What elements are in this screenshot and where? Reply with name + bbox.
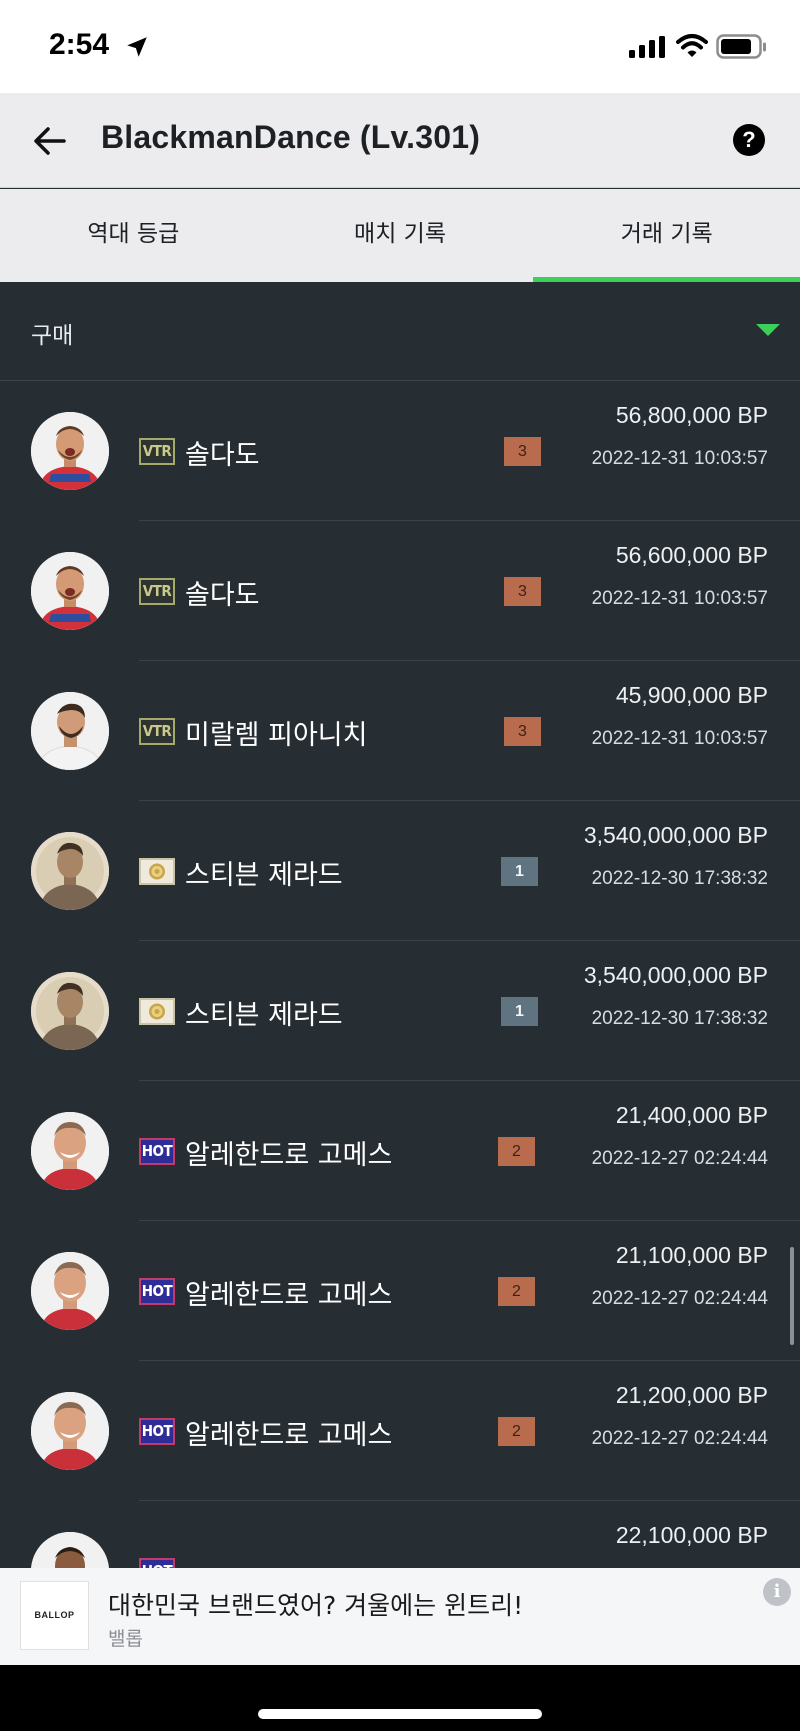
- status-time: 2:54: [49, 28, 110, 61]
- player-avatar: [31, 552, 109, 630]
- tab-all-time-grade[interactable]: 역대 등급: [0, 189, 267, 282]
- player-name: 솔다도: [185, 440, 260, 471]
- player-name: 알레한드로 고메스: [185, 1140, 393, 1171]
- info-icon[interactable]: i: [763, 1578, 791, 1606]
- trade-price: 3,540,000,000 BP: [583, 822, 768, 848]
- trade-price: 22,100,000 BP: [615, 1522, 768, 1548]
- app-header: BlackmanDance (Lv.301) ?: [0, 93, 800, 188]
- season-badge: HOT: [139, 1138, 175, 1165]
- trade-price: 21,100,000 BP: [615, 1242, 768, 1268]
- upgrade-level-badge: 2: [498, 1417, 535, 1446]
- upgrade-level-badge: 3: [504, 717, 541, 746]
- trade-history-list[interactable]: VTR 솔다도 3 56,800,000 BP 2022-12-31 10:03…: [0, 381, 800, 1568]
- trade-price: 21,200,000 BP: [615, 1382, 768, 1408]
- tab-bar: 역대 등급 매치 기록 거래 기록: [0, 189, 800, 282]
- ad-banner[interactable]: BALLOP 대한민국 브랜드였어? 겨울에는 윈트리! 밸롭 i: [0, 1568, 800, 1665]
- upgrade-level-badge: 3: [504, 577, 541, 606]
- trade-price: 45,900,000 BP: [615, 682, 768, 708]
- trade-date: 2022-12-27 02:24:44: [591, 1288, 768, 1309]
- player-name: 미랄렘 피아니치: [185, 720, 368, 751]
- player-name: 스티븐 제라드: [185, 1000, 343, 1031]
- trade-date: 2022-12-31 10:03:57: [591, 588, 768, 609]
- season-badge: HOT: [139, 1418, 175, 1445]
- location-arrow-icon: [124, 34, 150, 64]
- player-avatar: [31, 1532, 109, 1568]
- tab-trade-history[interactable]: 거래 기록: [533, 189, 800, 282]
- trade-price: 56,600,000 BP: [615, 542, 768, 568]
- wifi-icon: [676, 33, 708, 63]
- season-badge: VTR: [139, 438, 175, 465]
- player-name: 알레한드로 고메스: [185, 1420, 393, 1451]
- trade-date: 2022-12-30 17:38:32: [591, 868, 768, 889]
- scrollbar-thumb[interactable]: [790, 1247, 794, 1345]
- caret-down-icon: [756, 324, 780, 336]
- list-item[interactable]: 스티븐 제라드 1 3,540,000,000 BP 2022-12-30 17…: [0, 941, 800, 1081]
- page-title: BlackmanDance (Lv.301): [101, 119, 481, 155]
- ad-brand-name: 밸롭: [108, 1628, 143, 1650]
- player-avatar: [31, 972, 109, 1050]
- season-badge: HOT: [139, 1278, 175, 1305]
- ad-brand-logo: BALLOP: [20, 1581, 89, 1650]
- back-arrow-icon[interactable]: [30, 121, 70, 161]
- list-item[interactable]: VTR 솔다도 3 56,800,000 BP 2022-12-31 10:03…: [0, 381, 800, 521]
- tab-match-history[interactable]: 매치 기록: [267, 189, 534, 282]
- trade-date: 2022-12-31 10:03:57: [591, 728, 768, 749]
- trade-price: 3,540,000,000 BP: [583, 962, 768, 988]
- list-item[interactable]: 스티븐 제라드 1 3,540,000,000 BP 2022-12-30 17…: [0, 801, 800, 941]
- player-name: 알레한드로 고메스: [185, 1280, 393, 1311]
- upgrade-level-badge: 1: [501, 997, 538, 1026]
- trade-date: 2022-12-27 02:24:44: [591, 1148, 768, 1169]
- icon-season-badge: [139, 998, 175, 1025]
- list-item[interactable]: VTR 미랄렘 피아니치 3 45,900,000 BP 2022-12-31 …: [0, 661, 800, 801]
- trade-date: 2022-12-27 02:24:44: [591, 1428, 768, 1449]
- battery-icon: [716, 34, 768, 64]
- player-avatar: [31, 412, 109, 490]
- player-avatar: [31, 832, 109, 910]
- player-avatar: [31, 1112, 109, 1190]
- dropdown-selected-value: 구매: [31, 323, 74, 349]
- upgrade-level-badge: 3: [504, 437, 541, 466]
- home-indicator-area: [0, 1665, 800, 1731]
- player-name: 스티븐 제라드: [185, 860, 343, 891]
- trade-date: 2022-12-31 10:03:57: [591, 448, 768, 469]
- home-indicator[interactable]: [258, 1709, 542, 1719]
- player-avatar: [31, 692, 109, 770]
- list-item[interactable]: HOT 알레한드로 고메스 2 21,400,000 BP 2022-12-27…: [0, 1081, 800, 1221]
- trade-price: 21,400,000 BP: [615, 1102, 768, 1128]
- upgrade-level-badge: 2: [498, 1277, 535, 1306]
- upgrade-level-badge: 1: [501, 857, 538, 886]
- status-bar: 2:54: [0, 0, 800, 93]
- trade-price: 56,800,000 BP: [615, 402, 768, 428]
- cellular-signal-icon: [629, 36, 667, 62]
- trade-type-dropdown[interactable]: 구매: [0, 282, 800, 381]
- ad-headline: 대한민국 브랜드였어? 겨울에는 윈트리!: [108, 1591, 524, 1620]
- player-avatar: [31, 1252, 109, 1330]
- upgrade-level-badge: 2: [498, 1137, 535, 1166]
- season-badge: HOT: [139, 1558, 175, 1568]
- list-item[interactable]: HOT 알레한드로 고메스 2 21,200,000 BP 2022-12-27…: [0, 1361, 800, 1501]
- help-icon[interactable]: ?: [733, 124, 765, 156]
- icon-season-badge: [139, 858, 175, 885]
- player-name: 솔다도: [185, 580, 260, 611]
- trade-date: 2022-12-30 17:38:32: [591, 1008, 768, 1029]
- season-badge: VTR: [139, 718, 175, 745]
- season-badge: VTR: [139, 578, 175, 605]
- player-avatar: [31, 1392, 109, 1470]
- list-item[interactable]: VTR 솔다도 3 56,600,000 BP 2022-12-31 10:03…: [0, 521, 800, 661]
- list-item[interactable]: HOT 알레한드로 고메스 2 21,100,000 BP 2022-12-27…: [0, 1221, 800, 1361]
- list-item[interactable]: HOT 22,100,000 BP: [0, 1501, 800, 1568]
